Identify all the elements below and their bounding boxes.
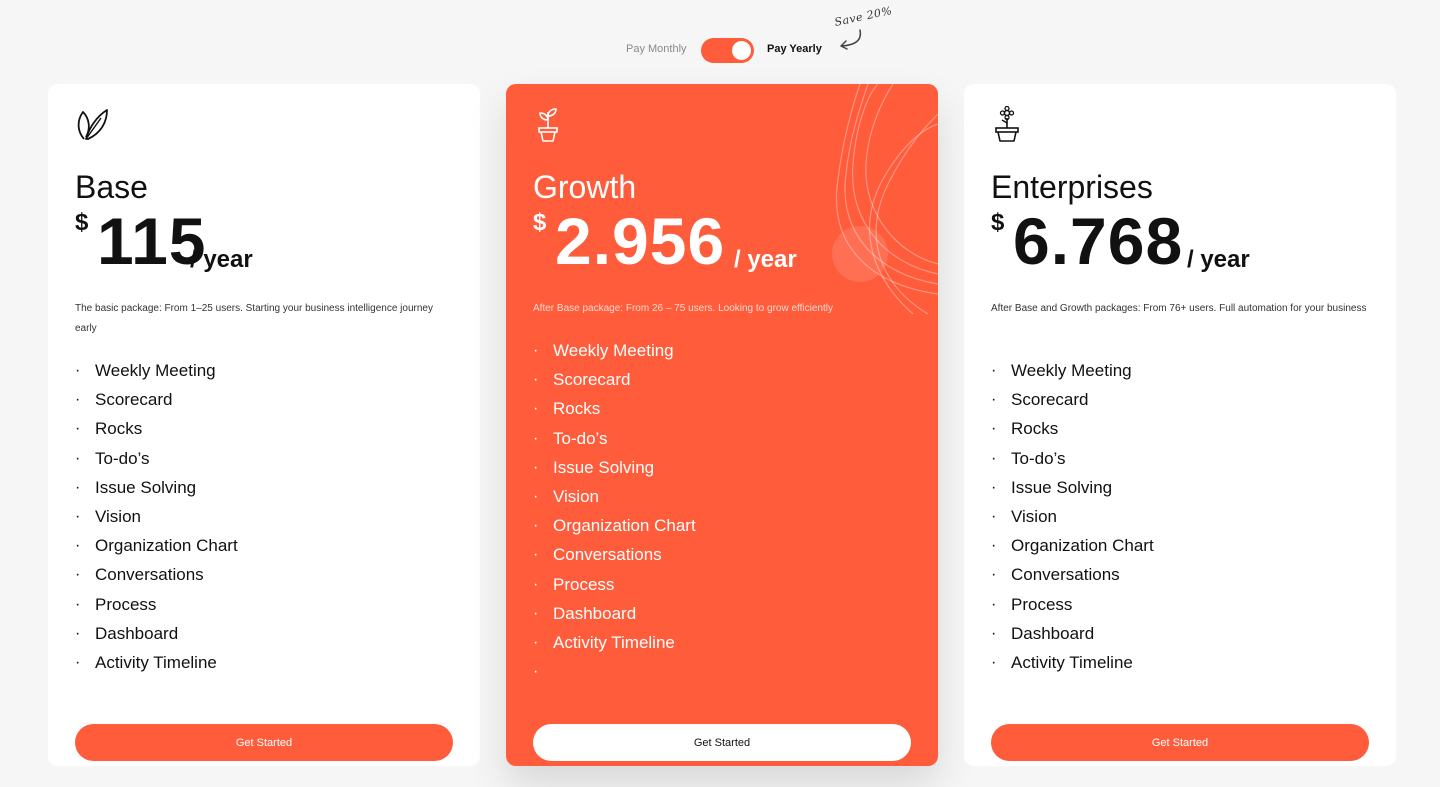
list-item: To-do’s: [991, 444, 1369, 473]
currency-symbol: $: [75, 209, 89, 236]
save-note: Save 20%: [833, 4, 894, 29]
list-item: [533, 657, 911, 686]
list-item: Weekly Meeting: [991, 356, 1369, 385]
feature-list: Weekly Meeting Scorecard Rocks To-do’s I…: [991, 356, 1369, 677]
get-started-button[interactable]: Get Started: [991, 724, 1369, 761]
pay-yearly-label[interactable]: Pay Yearly: [767, 43, 822, 55]
get-started-button[interactable]: Get Started: [533, 724, 911, 761]
list-item: Conversations: [533, 540, 911, 569]
list-item: Dashboard: [75, 619, 453, 648]
list-item: Vision: [533, 482, 911, 511]
curved-arrow-icon: [840, 29, 862, 50]
list-item: Weekly Meeting: [533, 336, 911, 365]
list-item: Scorecard: [991, 385, 1369, 414]
list-item: Process: [75, 590, 453, 619]
list-item: Scorecard: [75, 385, 453, 414]
leaf-icon: [77, 109, 108, 140]
list-item: Issue Solving: [533, 453, 911, 482]
plan-description: The basic package: From 1–25 users. Star…: [75, 303, 433, 334]
list-item: Organization Chart: [533, 511, 911, 540]
list-item: Rocks: [991, 414, 1369, 443]
switch-knob: [732, 41, 751, 60]
list-item: Rocks: [533, 394, 911, 423]
list-item: Conversations: [991, 560, 1369, 589]
list-item: Organization Chart: [991, 531, 1369, 560]
pay-monthly-label[interactable]: Pay Monthly: [626, 43, 687, 55]
plan-card-enterprises: Enterprises $ 6.768 / year After Base an…: [964, 84, 1396, 766]
list-item: Rocks: [75, 414, 453, 443]
price-amount: 6.768: [1013, 204, 1184, 278]
plan-card-base: Base $ 115 / year The basic package: Fro…: [48, 84, 480, 766]
price-period: / year: [1187, 246, 1250, 273]
currency-symbol: $: [533, 209, 547, 236]
feature-list: Weekly Meeting Scorecard Rocks To-do’s I…: [533, 336, 911, 686]
plan-description: After Base and Growth packages: From 76+…: [991, 303, 1367, 314]
plan-description: After Base package: From 26 – 75 users. …: [533, 303, 833, 314]
list-item: Process: [533, 570, 911, 599]
billing-toggle-bar: Pay Monthly Pay Yearly Save 20%: [0, 4, 1440, 64]
list-item: Conversations: [75, 560, 453, 589]
list-item: Dashboard: [991, 619, 1369, 648]
price-period: / year: [734, 246, 797, 273]
list-item: Activity Timeline: [991, 648, 1369, 677]
flower-pot-icon: [995, 106, 1019, 142]
list-item: Activity Timeline: [533, 628, 911, 657]
feature-list: Weekly Meeting Scorecard Rocks To-do’s I…: [75, 356, 453, 677]
list-item: Issue Solving: [991, 473, 1369, 502]
list-item: Activity Timeline: [75, 648, 453, 677]
get-started-button[interactable]: Get Started: [75, 724, 453, 761]
currency-symbol: $: [991, 209, 1005, 236]
list-item: Dashboard: [533, 599, 911, 628]
list-item: Vision: [991, 502, 1369, 531]
list-item: To-do’s: [75, 444, 453, 473]
price-amount: 2.956: [555, 204, 726, 278]
list-item: Organization Chart: [75, 531, 453, 560]
list-item: Vision: [75, 502, 453, 531]
list-item: To-do’s: [533, 424, 911, 453]
list-item: Issue Solving: [75, 473, 453, 502]
price-period: / year: [190, 246, 253, 273]
list-item: Weekly Meeting: [75, 356, 453, 385]
list-item: Process: [991, 590, 1369, 619]
potted-plant-icon: [538, 108, 558, 142]
billing-period-switch[interactable]: [701, 38, 754, 63]
list-item: Scorecard: [533, 365, 911, 394]
plan-card-growth: Growth $ 2.956 / year After Base package…: [506, 84, 938, 766]
